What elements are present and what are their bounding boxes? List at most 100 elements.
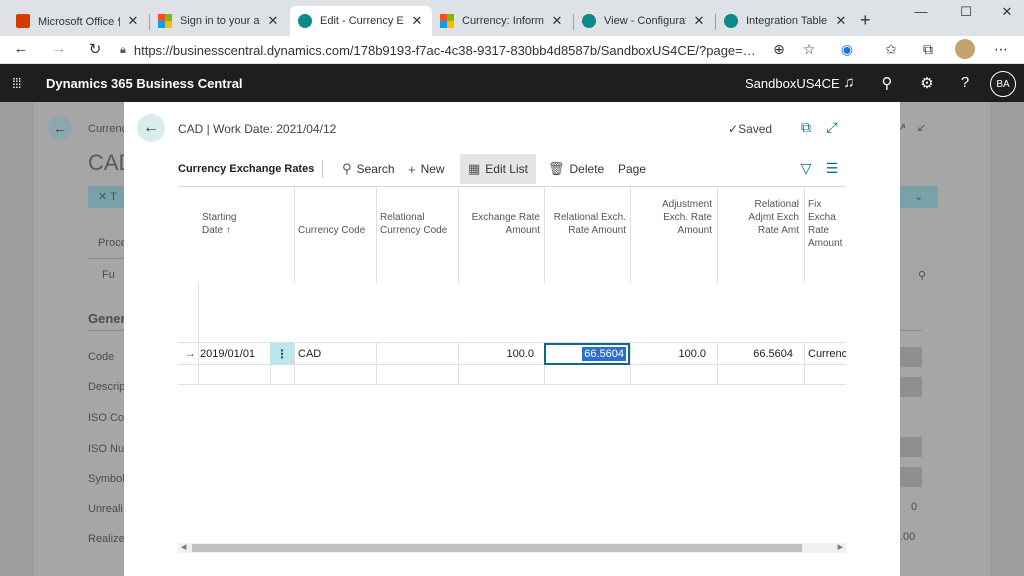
forward-icon[interactable]: →	[48, 40, 70, 57]
scrollbar-thumb[interactable]	[192, 544, 802, 552]
app-header: ⁞⁞⁞ Dynamics 365 Business Central Sandbo…	[0, 64, 1024, 102]
header-line: Amount	[505, 225, 540, 236]
open-new-window-icon[interactable]: ⧉	[796, 119, 816, 136]
app-name: Dynamics 365 Business Central	[46, 76, 243, 91]
favorites-icon[interactable]: ✩	[880, 41, 902, 58]
background-collapse-icon: ↙	[917, 122, 927, 134]
more-icon[interactable]: ⋯	[990, 41, 1012, 58]
dialog-title: CAD | Work Date: 2021/04/12	[178, 122, 337, 136]
header-line: Exchange Rate	[471, 212, 540, 223]
background-value: 0	[911, 501, 918, 513]
cell-adjustment-exch-rate-amount[interactable]: 100.0	[634, 348, 706, 360]
scroll-left-icon[interactable]: ◀	[181, 543, 186, 551]
close-tab-icon[interactable]: ✕	[550, 13, 564, 29]
scroll-right-icon[interactable]: ▶	[838, 543, 843, 551]
environment-name: SandboxUS4CE	[745, 76, 840, 91]
app-launcher-icon[interactable]: ⁞⁞⁞	[12, 75, 22, 91]
column-header-currency-code[interactable]: Currency Code	[298, 224, 365, 237]
business-central-icon	[298, 14, 312, 28]
header-line: Rate Amount	[568, 225, 626, 236]
search-button[interactable]: ⚲ Search	[334, 154, 403, 184]
close-window-icon[interactable]: ✕	[992, 4, 1022, 20]
settings-icon[interactable]: ⚙	[916, 74, 938, 92]
cell-fix-exchange-rate-amount[interactable]: Currenc	[808, 348, 846, 360]
background-back-icon: ←	[48, 116, 72, 140]
background-field	[898, 347, 922, 367]
url-field[interactable]: 🔒︎ https://businesscentral.dynamics.com/…	[120, 39, 760, 61]
new-button[interactable]: + New	[400, 154, 453, 184]
collections-icon[interactable]: ⧉	[917, 41, 939, 58]
column-header-fix-exchange-rate-amount[interactable]: Fix Excha Rate Amount	[808, 198, 846, 250]
browser-tab-active[interactable]: Edit - Currency Exch… ✕	[290, 6, 432, 36]
currency-exchange-rates-dialog: ← CAD | Work Date: 2021/04/12 ✓Saved ⧉ ⤢…	[124, 102, 900, 576]
notification-icon[interactable]: ♫	[838, 74, 860, 91]
tab-title: View - Configuration…	[604, 15, 686, 27]
edit-list-button[interactable]: ▦ Edit List	[460, 154, 536, 184]
header-line: Relational	[754, 199, 799, 210]
zoom-icon[interactable]: ⊕	[768, 41, 790, 58]
close-tab-icon[interactable]: ✕	[410, 13, 424, 29]
background-function-item: Fu	[102, 269, 115, 281]
close-tab-icon[interactable]: ✕	[266, 13, 280, 29]
column-header-starting-date[interactable]: Starting Date ↑	[202, 211, 236, 237]
cell-currency-code[interactable]: CAD	[298, 348, 321, 360]
column-header-relational-exch-rate-amount[interactable]: Relational Exch. Rate Amount	[548, 211, 626, 237]
list-view-icon[interactable]: ☰	[822, 160, 842, 177]
delete-button[interactable]: 🗑︎ Delete	[540, 154, 612, 184]
header-line: Adjustment	[661, 199, 712, 210]
close-tab-icon[interactable]: ✕	[126, 13, 140, 29]
profile-avatar[interactable]	[955, 39, 975, 59]
background-process-tab: Proce	[98, 237, 127, 249]
tab-title: Microsoft Office 件-…	[38, 16, 120, 28]
close-tab-icon[interactable]: ✕	[834, 13, 848, 29]
search-icon: ⚲	[342, 161, 352, 176]
horizontal-scrollbar[interactable]: ◀ ▶	[178, 543, 846, 553]
back-icon[interactable]: ←	[10, 40, 32, 57]
edit-list-icon: ▦	[468, 161, 481, 176]
new-tab-icon[interactable]: +	[860, 10, 871, 31]
tab-title: Currency: Informatio…	[462, 15, 544, 27]
minimize-icon[interactable]: —	[906, 4, 936, 19]
close-tab-icon[interactable]: ✕	[692, 13, 706, 29]
refresh-icon[interactable]: ↻	[84, 40, 106, 58]
business-central-icon	[724, 14, 738, 28]
background-pin-icon: ⚲	[918, 270, 927, 282]
expand-icon[interactable]: ⤢	[822, 119, 842, 136]
help-icon[interactable]: ?	[954, 74, 976, 91]
header-line: Amount	[677, 225, 712, 236]
column-header-exchange-rate-amount[interactable]: Exchange Rate Amount	[462, 211, 540, 237]
search-icon[interactable]: ⚲	[876, 74, 898, 92]
lock-icon: 🔒︎	[120, 43, 126, 56]
cell-exchange-rate-amount[interactable]: 100.0	[462, 348, 534, 360]
cell-relational-exch-rate-amount[interactable]: 66.5604	[544, 343, 630, 365]
browser-tab[interactable]: Currency: Informatio… ✕	[432, 6, 572, 36]
delete-icon: 🗑︎	[548, 161, 565, 176]
cell-value-selected[interactable]: 66.5604	[582, 347, 626, 361]
microsoft-icon	[158, 14, 172, 28]
column-header-relational-adjmt-exch-rate-amt[interactable]: Relational Adjmt Exch Rate Amt	[721, 198, 799, 237]
extension-icon[interactable]: ◉	[836, 41, 858, 58]
row-actions-icon[interactable]: ⋮	[270, 343, 294, 365]
page-menu-button[interactable]: Page	[610, 154, 654, 184]
microsoft-icon	[440, 14, 454, 28]
header-line: Date ↑	[202, 225, 231, 236]
plus-icon: +	[408, 161, 416, 177]
header-line: Relational	[380, 212, 425, 223]
browser-tab[interactable]: View - Configuration… ✕	[574, 6, 714, 36]
browser-tab[interactable]: Sign in to your acco… ✕	[150, 6, 288, 36]
back-icon[interactable]: ←	[137, 114, 165, 142]
maximize-icon[interactable]: ☐	[951, 4, 981, 20]
delete-label: Delete	[569, 162, 605, 176]
browser-tab[interactable]: Microsoft Office 件-… ✕	[8, 6, 148, 36]
cell-relational-adjmt-exch-rate-amt[interactable]: 66.5604	[721, 348, 793, 360]
user-avatar[interactable]: BA	[990, 71, 1016, 97]
cell-starting-date[interactable]: 2019/01/01	[200, 348, 255, 360]
favorite-add-icon[interactable]: ☆	[798, 41, 820, 58]
filter-icon[interactable]: ▽	[796, 160, 816, 177]
column-header-relational-currency-code[interactable]: Relational Currency Code	[380, 211, 447, 237]
background-breadcrumb: Currenc	[88, 123, 128, 135]
tab-title: Sign in to your acco…	[180, 15, 260, 27]
header-line: Rate Amt	[757, 225, 799, 236]
browser-tab[interactable]: Integration Table Ma… ✕	[716, 6, 856, 36]
column-header-adjustment-exch-rate-amount[interactable]: Adjustment Exch. Rate Amount	[634, 198, 712, 237]
